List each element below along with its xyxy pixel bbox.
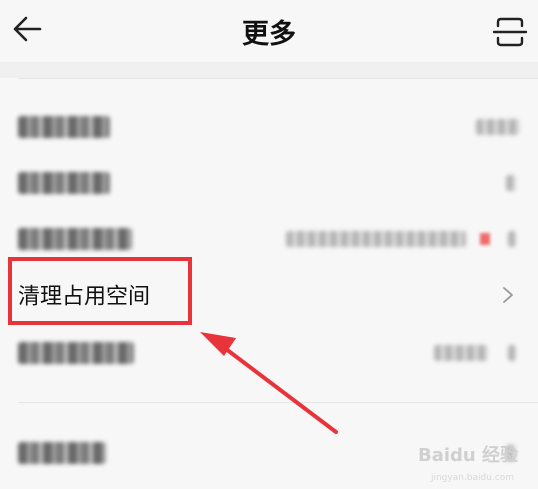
obscured-label (18, 342, 134, 364)
obscured-chevron (508, 345, 516, 361)
top-bar: 更多 (0, 0, 538, 62)
highlight-box (8, 257, 192, 325)
obscured-chevron (508, 231, 516, 247)
watermark: Baidu 经验 (417, 445, 518, 466)
settings-row-obscured-1[interactable] (0, 98, 538, 156)
settings-row-obscured-2[interactable] (0, 154, 538, 212)
obscured-badge (480, 233, 490, 245)
obscured-label (18, 228, 132, 250)
settings-row-obscured-5[interactable] (0, 324, 538, 382)
obscured-label (18, 442, 106, 464)
scan-icon (492, 17, 528, 47)
divider (18, 402, 538, 403)
obscured-value (476, 119, 520, 135)
obscured-value (434, 345, 488, 361)
obscured-value (506, 175, 516, 191)
chevron-right-icon (503, 287, 513, 303)
page-title: 更多 (242, 19, 296, 50)
divider (18, 78, 538, 79)
scan-button[interactable] (490, 12, 530, 52)
obscured-label (18, 116, 110, 138)
section-divider (0, 62, 538, 78)
obscured-value (286, 231, 466, 247)
watermark-sub: jingyan.baidu.com (430, 473, 514, 483)
obscured-label (18, 172, 110, 194)
